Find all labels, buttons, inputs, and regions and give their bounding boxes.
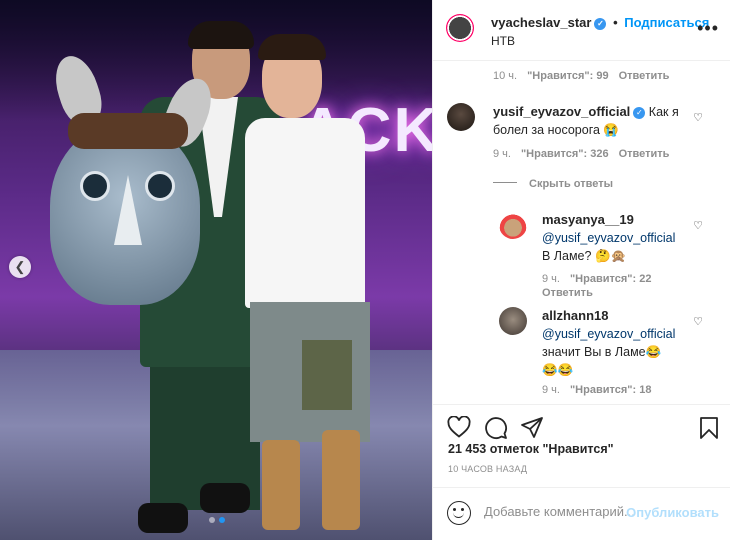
- comment-heart-icon[interactable]: ♡: [693, 111, 703, 124]
- share-icon[interactable]: [520, 416, 544, 440]
- reply: masyanya__19 @yusif_eyvazov_official В Л…: [542, 211, 692, 265]
- separator-dot: •: [613, 15, 618, 30]
- author-username[interactable]: vyacheslav_star: [491, 15, 591, 30]
- comment: yusif_eyvazov_official ✓ Как я болел за н…: [493, 103, 693, 139]
- reply-emoji-line: 😂😂: [542, 363, 574, 377]
- comment-meta: 9 ч. "Нравится": 326 Ответить: [493, 148, 669, 160]
- author-avatar[interactable]: [446, 14, 474, 42]
- comment-meta: 10 ч. "Нравится": 99 Ответить: [493, 70, 669, 82]
- carousel-dots: [209, 517, 225, 523]
- reply-mention[interactable]: @yusif_eyvazov_official: [542, 327, 675, 341]
- replier-avatar[interactable]: [499, 211, 527, 239]
- reply-button[interactable]: Ответить: [542, 287, 593, 299]
- hide-replies-button[interactable]: Скрыть ответы: [493, 178, 613, 190]
- likes-count[interactable]: 21 453 отметок "Нравится": [448, 442, 614, 456]
- emoji-icon[interactable]: [447, 501, 471, 525]
- hide-replies-label: Скрыть ответы: [529, 178, 613, 190]
- chevron-left-icon[interactable]: ❮: [9, 256, 31, 278]
- comments-list[interactable]: 10 ч. "Нравится": 99 Ответить yusif_eyvazo…: [433, 61, 730, 403]
- reply-likes[interactable]: "Нравится": 22: [570, 273, 651, 285]
- comment-likes[interactable]: "Нравится": 326: [521, 148, 609, 160]
- carousel-dot-active: [219, 517, 225, 523]
- post-location[interactable]: НТВ: [491, 34, 515, 48]
- reply-button[interactable]: Ответить: [619, 70, 670, 82]
- carousel-dot: [209, 517, 215, 523]
- comment-icon[interactable]: [484, 416, 508, 440]
- comment-time: 10 ч.: [493, 70, 518, 82]
- verified-badge-icon: ✓: [594, 18, 607, 30]
- post-timestamp[interactable]: 10 ЧАСОВ НАЗАД: [448, 464, 527, 474]
- man-in-tshirt: [240, 34, 380, 540]
- post-header: vyacheslav_star ✓ • Подписаться НТВ •••: [433, 0, 730, 61]
- reply: allzhann18 @yusif_eyvazov_official значи…: [542, 307, 692, 379]
- heart-icon[interactable]: [447, 416, 471, 438]
- reply-heart-icon[interactable]: ♡: [693, 219, 703, 232]
- rhino-mask: [40, 50, 220, 305]
- replier-avatar[interactable]: [499, 307, 527, 335]
- publish-button[interactable]: Опубликовать: [626, 505, 719, 520]
- reply-text: В Ламе?: [542, 249, 592, 263]
- bookmark-icon[interactable]: [699, 416, 719, 440]
- comment-time: 9 ч.: [493, 148, 511, 160]
- add-comment-bar: Опубликовать: [433, 487, 730, 541]
- post-actions: [433, 404, 730, 445]
- reply-time: 9 ч.: [542, 273, 560, 285]
- comment-input[interactable]: [484, 504, 634, 519]
- reply-emoji: 😂: [645, 345, 662, 359]
- reply-time: 9 ч.: [542, 384, 560, 396]
- reply-text: значит Вы в Ламе: [542, 345, 646, 359]
- reply-likes[interactable]: "Нравится": 18: [570, 384, 651, 396]
- reply-username[interactable]: masyanya__19: [542, 212, 634, 227]
- reply-mention[interactable]: @yusif_eyvazov_official: [542, 231, 675, 245]
- commenter-avatar[interactable]: [447, 103, 475, 131]
- verified-badge-icon: ✓: [633, 107, 646, 119]
- replies-line: [493, 182, 517, 183]
- more-icon[interactable]: •••: [697, 18, 719, 39]
- comment-username[interactable]: yusif_eyvazov_official: [493, 104, 630, 119]
- reply-heart-icon[interactable]: ♡: [693, 315, 703, 328]
- reply-emoji: 🤔🙊: [594, 249, 627, 263]
- reply-username[interactable]: allzhann18: [542, 308, 608, 323]
- post-photo[interactable]: ACKA ❮: [0, 0, 432, 540]
- comment-likes[interactable]: "Нравится": 99: [527, 70, 608, 82]
- reply-meta: 9 ч. "Нравится": 18: [542, 384, 651, 396]
- reply-button[interactable]: Ответить: [619, 148, 670, 160]
- post-side-panel: vyacheslav_star ✓ • Подписаться НТВ ••• 1…: [432, 0, 730, 540]
- comment-emoji: 😭: [603, 123, 619, 137]
- reply-meta: 9 ч. "Нравится": 22 Ответить: [542, 272, 651, 300]
